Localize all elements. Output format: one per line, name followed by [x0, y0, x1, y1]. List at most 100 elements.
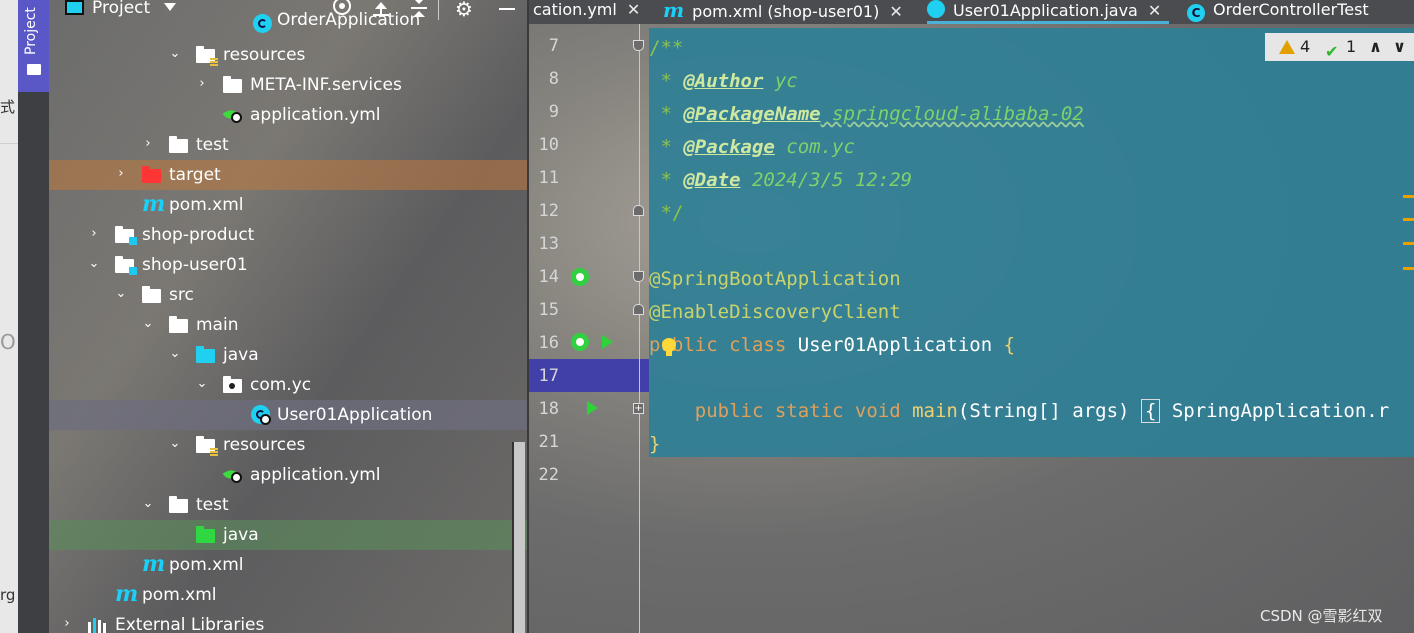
tree-item-pom-xml-2[interactable]: m pom.xml [49, 550, 527, 580]
code-line: */ [649, 202, 684, 224]
spring-bean-gutter-icon[interactable] [571, 333, 589, 351]
spring-class-icon [253, 14, 273, 34]
chevron-right-icon[interactable]: › [142, 137, 154, 150]
tree-item-label: java [223, 525, 259, 545]
tree-item-label: META-INF.services [250, 75, 402, 95]
tree-item-main[interactable]: ⌄ main [49, 310, 527, 340]
warning-count: 4 [1300, 37, 1311, 56]
tree-item-shop-user01[interactable]: ⌄ shop-user01 [49, 250, 527, 280]
chevron-down-icon[interactable]: ⌄ [196, 377, 208, 390]
spring-class-icon [251, 405, 271, 425]
code-line: /** [649, 37, 684, 59]
line-number: 17 [538, 366, 559, 386]
tree-item-com-yc[interactable]: ⌄ com.yc [49, 370, 527, 400]
chevron-down-icon[interactable]: ⌄ [88, 257, 100, 270]
chevron-down-icon[interactable]: ⌄ [169, 47, 181, 60]
project-tool-window-button[interactable]: Project [18, 0, 49, 92]
tree-item-resources[interactable]: ⌄ resources [49, 40, 527, 70]
chevron-right-icon[interactable]: › [88, 227, 100, 240]
source-folder-icon [196, 346, 215, 363]
code-editor[interactable]: cation.yml ✕ m pom.xml (shop-user01) ✕ User… [529, 0, 1414, 633]
tab-ordercontrollertest[interactable]: C OrderControllerTest [1187, 0, 1369, 24]
tree-item-pom-xml[interactable]: m pom.xml [49, 190, 527, 220]
chevron-down-icon[interactable]: ⌄ [142, 497, 154, 510]
tree-item-pom-xml-3[interactable]: m pom.xml [49, 580, 527, 610]
spring-bean-gutter-icon[interactable] [571, 268, 589, 286]
tree-item-label: OrderApplication [277, 10, 421, 30]
chevron-down-icon[interactable]: ⌄ [115, 287, 127, 300]
fold-marker[interactable] [633, 271, 644, 282]
folder-icon [169, 496, 188, 513]
tree-item-shop-product[interactable]: › shop-product [49, 220, 527, 250]
close-icon[interactable]: ✕ [627, 0, 640, 19]
project-tool-window-label: Project [23, 7, 39, 55]
tree-item-application-yml-2[interactable]: application.yml [49, 460, 527, 490]
tree-item-user01application[interactable]: User01Application [49, 400, 527, 430]
tree-item-label: User01Application [277, 405, 433, 425]
class-icon: C [1187, 4, 1205, 22]
tree-item-test[interactable]: › test [49, 130, 527, 160]
chevron-right-icon[interactable]: › [196, 77, 208, 90]
weak-warning-icon: ✔ [1325, 42, 1339, 61]
chevron-down-icon[interactable]: ⌄ [142, 317, 154, 330]
tab-user01application-java[interactable]: User01Application.java ✕ [927, 0, 1170, 24]
chevron-right-icon[interactable]: › [115, 167, 127, 180]
chevron-right-icon[interactable]: › [61, 617, 73, 630]
spring-yml-icon [222, 466, 244, 484]
line-number: 18 [538, 399, 559, 419]
tree-item-label: application.yml [250, 465, 381, 485]
tree-item-external-libraries[interactable]: › External Libraries [49, 610, 527, 633]
tree-item-label: resources [223, 435, 306, 455]
background-text-fragment: 式 [0, 98, 16, 116]
close-icon[interactable]: ✕ [1148, 1, 1161, 20]
tab-application-yml[interactable]: cation.yml ✕ [533, 0, 640, 24]
tree-item-application-yml[interactable]: application.yml [49, 100, 527, 130]
close-icon[interactable]: ✕ [889, 2, 902, 21]
tree-item-target[interactable]: › target [49, 160, 527, 190]
run-icon[interactable] [587, 401, 598, 415]
tab-label: pom.xml (shop-user01) [692, 2, 880, 21]
tree-item-src[interactable]: ⌄ src [49, 280, 527, 310]
lightbulb-icon[interactable] [662, 338, 676, 356]
chevron-down-icon[interactable]: ⌄ [169, 347, 181, 360]
previous-highlight-icon[interactable]: ∧ [1369, 33, 1382, 61]
fold-marker[interactable] [633, 205, 644, 216]
divider [0, 143, 18, 144]
next-highlight-icon[interactable]: ∨ [1393, 33, 1406, 61]
fold-marker[interactable] [633, 304, 644, 315]
code-line: public static void main(String[] args) {… [649, 399, 1390, 423]
tree-item-java[interactable]: ⌄ java [49, 340, 527, 370]
error-stripe-marker[interactable] [1403, 267, 1414, 270]
tree-item-meta-inf-services[interactable]: › META-INF.services [49, 70, 527, 100]
tree-scrollbar[interactable] [512, 442, 525, 633]
run-icon[interactable] [602, 335, 613, 349]
error-stripe-marker[interactable] [1403, 195, 1414, 198]
tree-item-orderapplication[interactable]: OrderApplication [49, 10, 527, 40]
maven-icon: m [115, 581, 139, 607]
folded-code-block[interactable]: { [1140, 399, 1161, 423]
fold-marker[interactable] [633, 40, 644, 51]
line-number: 14 [538, 267, 559, 287]
tab-pom-xml-shop-user01[interactable]: m pom.xml (shop-user01) ✕ [663, 0, 903, 24]
tree-item-resources-2[interactable]: ⌄ resources [49, 430, 527, 460]
tree-item-test-2[interactable]: ⌄ test [49, 490, 527, 520]
inspection-widget[interactable]: 4 ✔ 1 ∧ ∨ [1265, 33, 1414, 61]
tree-item-label: shop-user01 [142, 255, 248, 275]
tree-item-test-java[interactable]: java [49, 520, 527, 550]
fold-expand-marker[interactable]: + [633, 403, 644, 414]
resources-folder-icon [196, 436, 218, 456]
module-folder-icon [115, 226, 137, 245]
chevron-down-icon[interactable]: ⌄ [169, 437, 181, 450]
module-folder-icon [115, 256, 137, 275]
error-stripe-marker[interactable] [1403, 218, 1414, 221]
maven-icon: m [142, 191, 166, 217]
folder-icon [169, 316, 188, 333]
tree-item-label: External Libraries [115, 615, 265, 633]
watermark-text: CSDN @雪影红双 [1260, 607, 1383, 625]
resources-folder-icon [196, 46, 218, 66]
tree-item-label: com.yc [250, 375, 312, 395]
editor-tab-bar: cation.yml ✕ m pom.xml (shop-user01) ✕ User… [529, 0, 1414, 24]
code-line: * @PackageName springcloud-alibaba-02 [649, 103, 1084, 125]
line-number: 8 [548, 69, 559, 89]
error-stripe-marker[interactable] [1403, 242, 1414, 245]
